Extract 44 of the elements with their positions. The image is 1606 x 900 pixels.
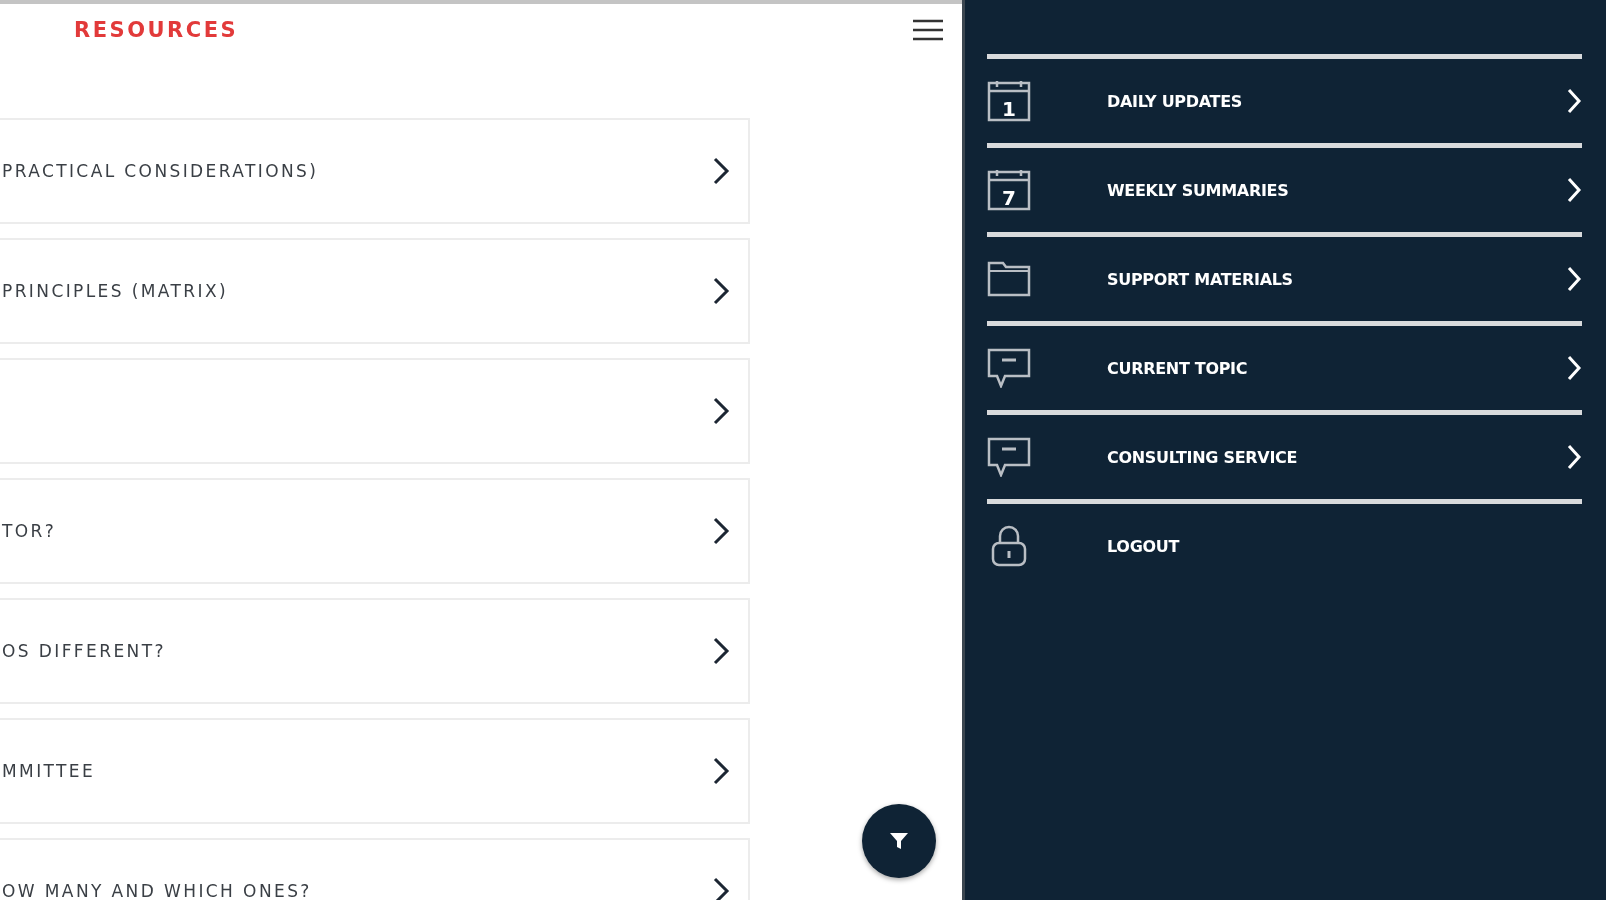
calendar-icon: 1 [987,80,1031,122]
filter-button[interactable] [862,804,936,878]
chevron-icon [712,516,730,546]
speech-bubble-icon [987,437,1031,477]
chevron-icon [1566,354,1582,382]
card-label: OS DIFFERENT? [2,641,166,661]
menu-item[interactable]: SUPPORT MATERIALS [987,237,1582,321]
folder-icon [987,261,1031,297]
chevron-icon [712,756,730,786]
chevron-icon [712,276,730,306]
chevron-icon [1566,265,1582,293]
chevron-icon [712,156,730,186]
menu-label: LOGOUT [1107,536,1180,556]
page-title: RESOURCES [74,18,239,42]
menu-label: CURRENT TOPIC [1107,358,1248,378]
chevron-icon [712,636,730,666]
menu-icon[interactable] [912,18,944,42]
menu-label: CONSULTING SERVICE [1107,447,1298,467]
menu-label: SUPPORT MATERIALS [1107,269,1293,289]
list-card[interactable]: OS DIFFERENT? [0,598,750,704]
card-label: MMITTEE [2,761,96,781]
chevron-icon [1566,443,1582,471]
card-label: OW MANY AND WHICH ONES? [2,881,312,900]
card-label: PRINCIPLES (MATRIX) [2,281,229,301]
list-card[interactable]: PRINCIPLES (MATRIX) [0,238,750,344]
menu-item[interactable]: CONSULTING SERVICE [987,415,1582,499]
list-card[interactable]: MMITTEE [0,718,750,824]
card-label: PRACTICAL CONSIDERATIONS) [2,161,319,181]
menu-label: WEEKLY SUMMARIES [1107,180,1289,200]
chevron-icon [1566,176,1582,204]
menu-label: DAILY UPDATES [1107,91,1243,111]
list-card[interactable]: PRACTICAL CONSIDERATIONS) [0,118,750,224]
card-label: TOR? [2,521,57,541]
chevron-icon [712,876,730,900]
menu-item[interactable]: LOGOUT [987,504,1582,588]
list-card[interactable]: TOR? [0,478,750,584]
speech-bubble-icon [987,348,1031,388]
menu-item[interactable]: CURRENT TOPIC [987,326,1582,410]
menu-item[interactable]: 7 WEEKLY SUMMARIES [987,148,1582,232]
chevron-icon [1566,87,1582,115]
menu-item[interactable]: 1 DAILY UPDATES [987,59,1582,143]
list-card[interactable]: OW MANY AND WHICH ONES? [0,838,750,900]
chevron-icon [712,396,730,426]
calendar-icon: 7 [987,169,1031,211]
